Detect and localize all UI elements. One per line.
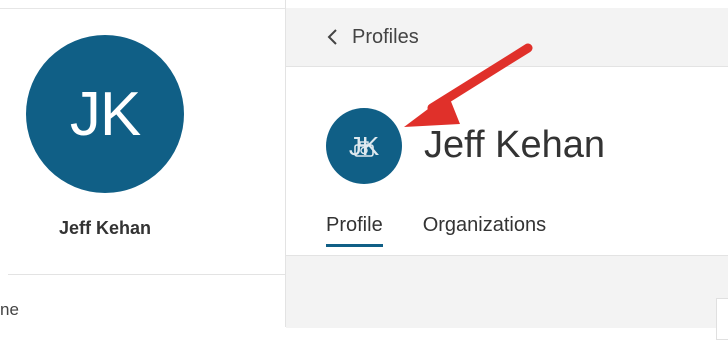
camera-icon (354, 141, 374, 157)
back-link-label: Profiles (352, 25, 419, 48)
back-to-profiles-link[interactable]: Profiles (326, 26, 419, 49)
profile-sidebar: JK Jeff Kehan ne (0, 0, 286, 327)
sidebar-menu-item[interactable]: ne (0, 300, 19, 320)
profile-tabs: Profile Organizations (326, 214, 546, 247)
sidebar-avatar-initials: JK (69, 79, 141, 149)
sidebar-divider (8, 274, 285, 275)
sidebar-avatar: JK (26, 35, 184, 193)
content-card-edge (716, 298, 728, 340)
sidebar-user-name: Jeff Kehan (58, 218, 152, 238)
tab-profile[interactable]: Profile (326, 214, 383, 247)
breadcrumb-bar: Profiles (286, 8, 728, 67)
tab-content-area (286, 255, 728, 340)
profile-name: Jeff Kehan (424, 124, 606, 166)
profile-detail-panel: Profiles JK Jeff Kehan Profile Organizat… (286, 0, 728, 340)
sidebar-top-divider (0, 8, 285, 9)
profile-avatar-button[interactable]: JK (326, 108, 402, 184)
chevron-left-icon (327, 29, 337, 45)
tab-organizations[interactable]: Organizations (423, 214, 546, 247)
